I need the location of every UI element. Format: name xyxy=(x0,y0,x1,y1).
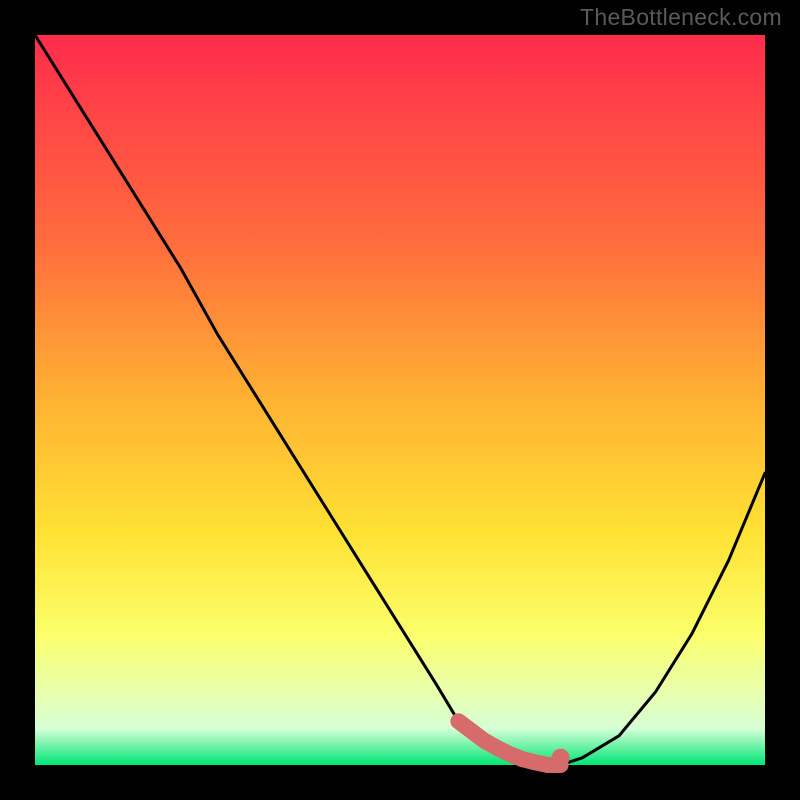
current-point-marker xyxy=(552,749,570,767)
chart-container: TheBottleneck.com xyxy=(0,0,800,800)
watermark-text: TheBottleneck.com xyxy=(580,4,782,31)
bottleneck-chart xyxy=(0,0,800,800)
plot-area xyxy=(35,35,765,765)
